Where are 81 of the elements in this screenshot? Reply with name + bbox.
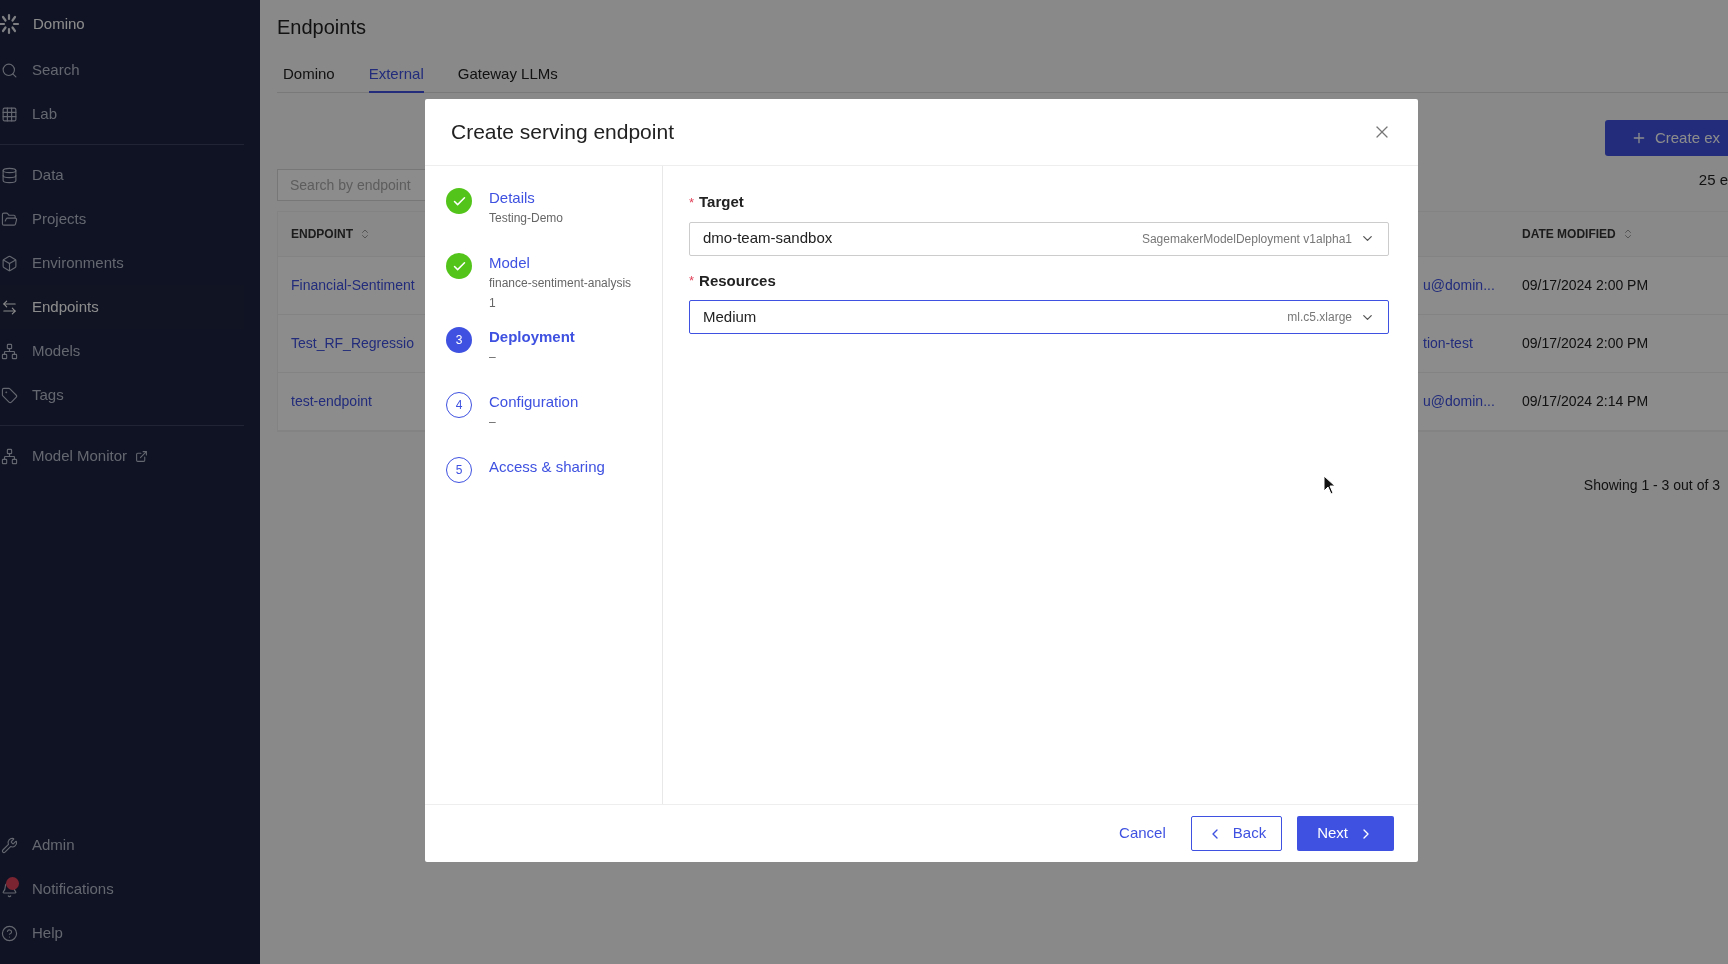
select-field[interactable]: dmo-team-sandbox SagemakerModelDeployment v1alpha1 (689, 221, 1389, 256)
brand-name: Domino (33, 13, 85, 34)
step-title[interactable]: Details (489, 188, 564, 208)
tab[interactable]: Domino (283, 58, 335, 93)
sidebar-label: Notifications (32, 878, 114, 899)
create-button[interactable]: Create ex (1604, 120, 1728, 156)
step-detail: finance-sentiment-analysis (489, 275, 632, 292)
sidebar-item[interactable]: Notifications (0, 867, 260, 911)
endpoint-link[interactable]: test-endpoint (278, 391, 426, 412)
sidebar-item[interactable]: Data (0, 153, 244, 197)
endpoint-link[interactable]: Test_RF_Regressio (278, 333, 426, 354)
sidebar-item[interactable]: Help (0, 911, 260, 955)
sidebar-label: Models (32, 340, 81, 361)
sidebar-item[interactable]: Environments (0, 241, 244, 285)
step-detail: – (489, 349, 497, 366)
select-hint: ml.c5.xlarge (1287, 309, 1352, 326)
step-number: 3 (446, 327, 472, 353)
help-icon (1, 924, 18, 942)
step-title[interactable]: Model (489, 253, 632, 273)
field-label: Resources (699, 270, 776, 291)
sidebar-item[interactable]: Lab (0, 92, 244, 136)
sidebar-label: Admin (32, 834, 75, 855)
item-count: 25 e (1698, 170, 1728, 190)
sidebar-label: Tags (32, 384, 64, 405)
cube-icon (1, 254, 18, 272)
grid-icon (1, 105, 18, 123)
sidebar-label: Lab (32, 103, 58, 124)
sidebar-label: Search (32, 59, 80, 80)
sort-icon[interactable] (359, 228, 371, 240)
sidebar-item[interactable]: Search (0, 48, 244, 92)
table-cell[interactable]: u@domin... (1421, 275, 1522, 296)
step-title[interactable]: Deployment (489, 327, 575, 347)
sidebar-item[interactable]: Models (0, 329, 244, 373)
table-cell[interactable]: u@domin... (1421, 391, 1522, 412)
next-button[interactable]: Next (1297, 816, 1394, 851)
nodes-icon (1, 447, 18, 465)
table-cell[interactable]: tion-test (1421, 333, 1522, 354)
tab[interactable]: Gateway LLMs (457, 58, 558, 93)
table-cell-text: 09/17/2024 2:00 PM (1522, 334, 1650, 353)
select-field[interactable]: Medium ml.c5.xlarge (689, 300, 1389, 334)
mouse-cursor-icon (1323, 475, 1337, 495)
step-title[interactable]: Configuration (489, 392, 579, 412)
sidebar-item[interactable]: Admin (0, 823, 260, 867)
page-title: Endpoints (277, 15, 367, 38)
table-cell-text: 09/17/2024 2:14 PM (1522, 392, 1650, 411)
required-mark: * (689, 193, 695, 212)
sidebar-label: Data (32, 164, 64, 185)
sidebar-label: Projects (32, 208, 87, 229)
column-header[interactable]: DATE MODIFIED (1522, 225, 1728, 243)
logo-icon (0, 13, 20, 35)
step-title[interactable]: Access & sharing (489, 457, 605, 477)
step-number: 5 (446, 457, 472, 483)
sidebar-item[interactable]: Projects (0, 197, 244, 241)
sidebar-label: Model Monitor (32, 445, 128, 466)
sidebar-label: Endpoints (32, 296, 99, 317)
back-button[interactable]: Back (1190, 816, 1283, 851)
select-hint: SagemakerModelDeployment v1alpha1 (1141, 230, 1352, 248)
sidebar-label: Environments (32, 252, 124, 273)
search-icon (1, 61, 18, 79)
step-detail: – (489, 414, 497, 431)
sidebar-item[interactable]: Model Monitor (0, 434, 244, 478)
tab[interactable]: External (368, 58, 424, 93)
wrench-icon (1, 836, 18, 854)
endpoint-link[interactable]: Financial-Sentiment (278, 275, 426, 296)
table-cell-text: 09/17/2024 2:00 PM (1522, 276, 1650, 295)
step-detail: 1 (489, 295, 497, 312)
step-detail: Testing-Demo (489, 210, 564, 227)
arrows-icon (1, 298, 18, 316)
sidebar-item[interactable]: Tags (0, 373, 244, 417)
step-number: 4 (446, 392, 472, 418)
field-label: Target (699, 192, 744, 212)
cancel-button[interactable]: Cancel (1109, 816, 1176, 851)
required-mark: * (689, 272, 695, 290)
nodes-icon (1, 342, 18, 360)
column-header[interactable]: ENDPOINT (278, 225, 426, 243)
sidebar-label: Help (32, 922, 63, 943)
tag-icon (1, 386, 18, 404)
folder-icon (1, 210, 18, 228)
dialog-title: Create serving endpoint (451, 119, 674, 146)
pagination-text: Showing 1 - 3 out of 3 (1583, 476, 1720, 495)
database-icon (1, 166, 18, 184)
